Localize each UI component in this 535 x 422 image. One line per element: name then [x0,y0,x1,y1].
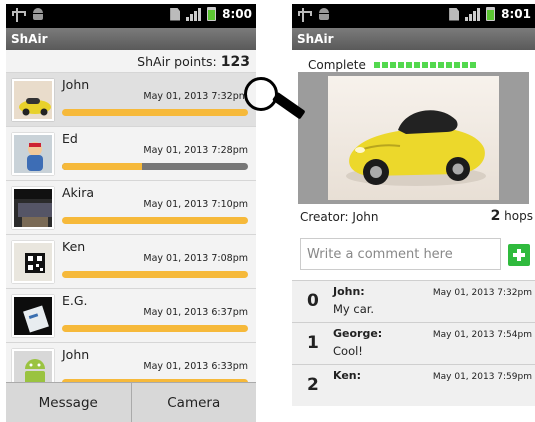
item-name: John [62,77,90,92]
item-name: Ed [62,131,78,146]
right-phone-screen: 8:01 ShAir Complete Creator: John 2 hops… [292,4,535,422]
item-name: John [62,347,90,362]
comment-item: 2 Ken: May 01, 2013 7:59pm [292,364,535,406]
comment-number: 0 [307,291,319,311]
creator-row: Creator: John 2 hops [300,208,533,228]
comment-number: 2 [307,375,319,395]
comment-time: May 01, 2013 7:59pm [432,372,532,382]
comment-time: May 01, 2013 7:32pm [432,288,532,298]
left-phone-screen: 8:00 ShAir ShAir points: 123 John May 01… [6,4,256,422]
progress-bar [62,163,248,170]
item-time: May 01, 2013 6:33pm [143,361,248,372]
item-time: May 01, 2013 7:32pm [143,91,248,102]
item-time: May 01, 2013 7:10pm [143,199,248,210]
comment-text: Cool! [333,344,363,358]
progress-bar [62,109,248,116]
comment-author: George: [333,327,383,340]
status-bar: 8:01 [292,4,535,28]
android-icon [318,8,330,20]
app-title: ShAir [292,28,535,50]
complete-label: Complete [308,57,366,72]
android-icon [32,8,44,20]
progress-bar [62,271,248,278]
add-icon[interactable] [508,244,530,266]
points-value: 123 [220,54,250,70]
battery-icon [486,7,496,21]
share-list: John May 01, 2013 7:32pm Ed May 01, 2013… [6,72,256,396]
item-name: Akira [62,185,95,200]
points-row: ShAir points: 123 [6,50,256,72]
comment-text: My car. [333,302,375,316]
comment-author: Ken: [333,369,362,382]
points-label: ShAir points: [137,54,217,69]
item-name: Ken [62,239,86,254]
sim-icon [170,7,181,21]
magnifier-icon [244,77,278,111]
status-time: 8:01 [501,7,531,21]
complete-indicator [373,61,476,68]
list-item[interactable]: Ken May 01, 2013 7:08pm [6,234,256,288]
battery-icon [207,7,217,21]
shared-image[interactable] [328,76,499,200]
progress-bar [62,325,248,332]
list-item[interactable]: Akira May 01, 2013 7:10pm [6,180,256,234]
item-time: May 01, 2013 6:37pm [143,307,248,318]
complete-row: Complete [292,50,535,74]
hops-value: 2 [490,208,501,224]
bottom-buttons: Message Camera [6,382,256,422]
item-name: E.G. [62,293,88,308]
progress-bar [62,217,248,224]
usb-icon [12,8,26,22]
message-button[interactable]: Message [6,383,131,422]
usb-icon [298,8,312,22]
hops-label: hops [504,209,533,223]
comment-number: 1 [307,333,319,353]
signal-icon [465,7,481,21]
item-time: May 01, 2013 7:08pm [143,253,248,264]
thumbnail [12,133,54,175]
thumbnail [12,295,54,337]
comment-time: May 01, 2013 7:54pm [432,330,532,340]
list-item[interactable]: E.G. May 01, 2013 6:37pm [6,288,256,342]
comment-item: 1 George: Cool! May 01, 2013 7:54pm [292,322,535,364]
signal-icon [186,7,202,21]
comment-item: 0 John: My car. May 01, 2013 7:32pm [292,280,535,322]
status-bar: 8:00 [6,4,256,28]
comment-input[interactable] [300,238,501,270]
status-time: 8:00 [222,7,252,21]
sim-icon [449,7,460,21]
shared-image-frame [298,72,529,204]
item-time: May 01, 2013 7:28pm [143,145,248,156]
thumbnail [12,187,54,229]
comment-list: 0 John: My car. May 01, 2013 7:32pm 1 Ge… [292,280,535,406]
list-item[interactable]: Ed May 01, 2013 7:28pm [6,126,256,180]
camera-button[interactable]: Camera [130,383,257,422]
creator-label: Creator: John [300,210,379,224]
list-item[interactable]: John May 01, 2013 7:32pm [6,72,256,126]
thumbnail [12,79,54,121]
hops: 2 hops [491,208,533,224]
app-title: ShAir [6,28,256,50]
thumbnail [12,241,54,283]
comment-author: John: [333,285,365,298]
